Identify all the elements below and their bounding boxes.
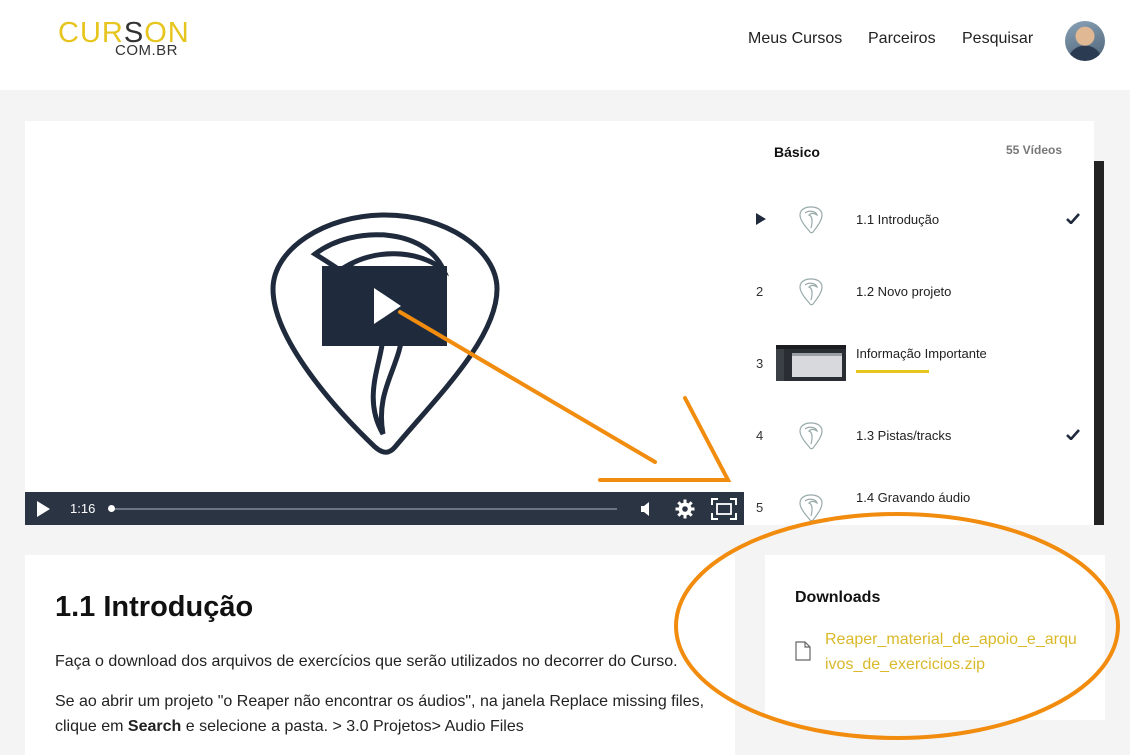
video-controls-bar: 1:16 [25,492,744,525]
downloads-title: Downloads [795,589,881,606]
downloads-panel: Downloads Reaper_material_de_apoio_e_arq… [765,555,1105,720]
play-icon [374,288,401,324]
playlist-count: 55 Vídeos [1005,143,1062,157]
big-play-button[interactable] [322,266,447,346]
screenshot-thumbnail [776,345,846,381]
playlist-item[interactable]: 2 1.2 Novo projeto [744,261,1089,321]
nav-pesquisar[interactable]: Pesquisar [962,30,1033,48]
playlist-panel: Básico 55 Vídeos 1.1 Introdução 2 1.2 No… [744,121,1104,525]
play-icon[interactable] [37,501,50,517]
download-file-link[interactable]: Reaper_material_de_apoio_e_arquivos_de_e… [825,627,1080,677]
playlist-title: Básico [774,144,820,160]
playlist-item-number: 3 [756,356,764,371]
playlist-item-number: 4 [756,428,764,443]
playlist-item[interactable]: 1.1 Introdução [744,189,1089,249]
playlist-item[interactable]: 5 1.4 Gravando áudio [744,477,1089,525]
progress-knob[interactable] [108,505,115,512]
nav-meus-cursos[interactable]: Meus Cursos [748,30,842,48]
playlist-item-label: 1.4 Gravando áudio [856,490,971,505]
pick-thumbnail-icon [799,422,823,450]
top-header: CURSON COM.BR Meus Cursos Parceiros Pesq… [0,0,1130,90]
pick-thumbnail-icon [799,278,823,306]
lesson-content: 1.1 Introdução Faça o download dos arqui… [25,555,735,755]
lesson-paragraph-2: Se ao abrir um projeto "o Reaper não enc… [55,689,725,739]
playlist-item-number: 5 [756,500,764,515]
pick-thumbnail-icon [799,494,823,522]
video-player[interactable]: 1:16 [25,121,744,525]
settings-gear-icon[interactable] [675,499,695,519]
nav-parceiros[interactable]: Parceiros [868,30,936,48]
volume-icon[interactable] [639,501,653,517]
lesson-paragraph-1: Faça o download dos arquivos de exercíci… [55,653,678,670]
current-time: 1:16 [70,501,96,516]
lesson-title: 1.1 Introdução [55,591,254,623]
user-avatar[interactable] [1065,21,1105,61]
playlist-scrollbar[interactable] [1094,161,1104,525]
file-icon [795,641,811,661]
progress-track[interactable] [110,508,617,510]
paragraph-text: e selecione a pasta. > 3.0 Projetos> Aud… [181,718,524,735]
now-playing-icon [756,213,766,225]
active-underline [856,370,929,373]
fullscreen-icon[interactable] [711,498,737,520]
playlist-item-number: 2 [756,284,764,299]
logo-sub-text: COM.BR [115,42,178,59]
completed-check-icon [1066,213,1080,224]
curson-logo[interactable]: CURSON COM.BR [58,16,189,66]
playlist-item[interactable]: 3 Informação Importante [744,333,1089,393]
playlist-item-label: 1.1 Introdução [856,212,940,227]
completed-check-icon [1066,429,1080,440]
pick-thumbnail-icon [799,206,823,234]
playlist-item-label: 1.3 Pistas/tracks [856,428,952,443]
playlist-item-label: 1.2 Novo projeto [856,284,952,299]
playlist-item-label: Informação Importante [856,346,987,361]
playlist-item[interactable]: 4 1.3 Pistas/tracks [744,405,1089,465]
paragraph-bold-search: Search [127,718,182,735]
